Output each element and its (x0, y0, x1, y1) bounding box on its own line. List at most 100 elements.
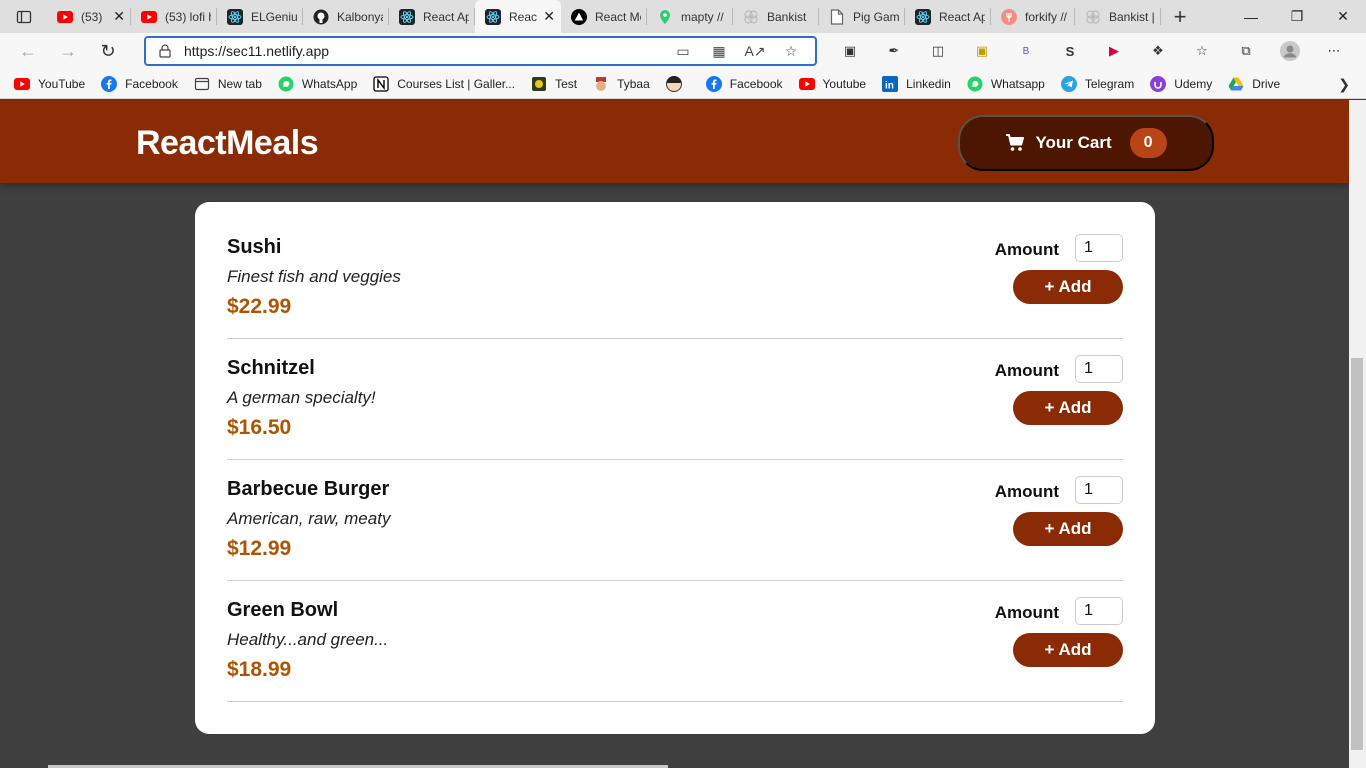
profile-avatar-icon[interactable] (1268, 33, 1312, 69)
settings-more-icon[interactable]: ⋯ (1312, 33, 1356, 69)
page-scrollbar[interactable] (1349, 100, 1366, 768)
add-to-cart-button[interactable]: + Add (1013, 633, 1123, 667)
add-to-cart-button[interactable]: + Add (1013, 512, 1123, 546)
bookmarks-overflow-chevron-icon[interactable]: ❯ (1338, 76, 1350, 93)
tab-strip: (53) ✕ (53) lofi h ELGenius Kalbonya React Ap… (0, 0, 1366, 33)
new-tab-button[interactable]: + (1161, 0, 1199, 33)
add-to-cart-button[interactable]: + Add (1013, 391, 1123, 425)
bookmark-label: Udemy (1174, 76, 1213, 91)
address-bar[interactable]: https://sec11.netlify.app ▭ ▦ A↗ ☆ (144, 36, 817, 66)
bookmark-item[interactable]: in Linkedin (882, 75, 951, 92)
bookmark-item[interactable]: New tab (194, 76, 262, 92)
bookmark-item[interactable]: Test (531, 76, 577, 92)
bookmark-item[interactable]: Courses List | Galler... (373, 75, 515, 92)
tab-title: Reac (509, 9, 538, 24)
meal-description: American, raw, meaty (227, 509, 391, 528)
triangle-icon (571, 8, 587, 25)
bookmark-item[interactable]: Tybaa (593, 76, 650, 92)
meal-name: Schnitzel (227, 357, 315, 379)
tab-title: Kalbonya (337, 9, 383, 24)
close-window-button[interactable]: ✕ (1320, 0, 1366, 33)
forward-button[interactable]: → (48, 35, 88, 67)
scrollbar-thumb[interactable] (1351, 358, 1363, 750)
browser-tab[interactable]: (53) ✕ (47, 0, 131, 33)
your-cart-button[interactable]: Your Cart 0 (958, 115, 1214, 171)
amount-input[interactable] (1075, 597, 1123, 625)
back-button[interactable]: ← (8, 35, 48, 67)
extensions-puzzle-icon[interactable]: ❖ (1136, 33, 1180, 69)
browser-tab[interactable]: Pig Gam (819, 0, 905, 33)
minimize-button[interactable]: — (1228, 0, 1274, 33)
favorites-icon[interactable]: ☆ (1180, 33, 1224, 69)
bookmark-item[interactable]: Drive (1228, 76, 1280, 92)
svg-text:in: in (885, 80, 894, 91)
meal-price: $12.99 (227, 537, 292, 560)
browser-tab[interactable]: React Me (561, 0, 647, 33)
extension-play-icon[interactable]: ▶ (1092, 33, 1136, 69)
cart-label: Your Cart (1035, 133, 1112, 152)
amount-input[interactable] (1075, 355, 1123, 383)
whatsapp-icon (967, 76, 983, 92)
extension-folder-icon[interactable]: ▣ (960, 33, 1004, 69)
browser-tab[interactable]: React Ap (389, 0, 475, 33)
bookmark-item[interactable]: Telegram (1060, 75, 1135, 92)
restore-button[interactable]: ❐ (1274, 0, 1320, 33)
browser-tab[interactable]: Bankist (733, 0, 819, 33)
add-favorite-icon[interactable]: ☆ (773, 43, 809, 60)
bookmark-item[interactable] (665, 75, 690, 92)
tab-title: (53) (81, 9, 103, 24)
read-aloud-icon[interactable]: A↗ (737, 43, 773, 60)
bookmark-item[interactable]: Youtube (798, 76, 866, 92)
close-tab-icon[interactable]: ✕ (543, 8, 555, 25)
meal-price: $18.99 (227, 658, 292, 681)
url-text[interactable]: https://sec11.netlify.app (184, 43, 665, 59)
browser-tab[interactable]: Kalbonya (303, 0, 389, 33)
browser-tab[interactable]: Bankist | (1075, 0, 1161, 33)
bankist-icon (743, 9, 759, 25)
youtube-icon (141, 9, 157, 25)
amount-input[interactable] (1075, 476, 1123, 504)
app-available-icon[interactable]: ▭ (665, 43, 701, 60)
drive-icon (1228, 76, 1244, 92)
close-tab-icon[interactable]: ✕ (113, 8, 125, 25)
bookmarks-bar: YouTube Facebook New tab WhatsApp Courses Li… (0, 69, 1366, 99)
lock-icon[interactable] (146, 44, 184, 58)
qr-code-icon[interactable]: ▦ (701, 43, 737, 60)
extension-s-icon[interactable]: S (1048, 33, 1092, 69)
extension-b-icon[interactable]: B (1004, 33, 1048, 69)
collections-icon[interactable]: ⧉ (1224, 33, 1268, 69)
browser-tab[interactable]: Reac ✕ (475, 0, 561, 33)
extension-car-icon[interactable]: ◫ (916, 33, 960, 69)
color-picker-icon[interactable]: ✒ (872, 33, 916, 69)
bookmark-item[interactable]: YouTube (14, 76, 85, 92)
browser-tab[interactable]: forkify // (991, 0, 1075, 33)
bookmark-item[interactable]: Udemy (1150, 75, 1213, 92)
browser-tab[interactable]: React Ap (905, 0, 991, 33)
bookmark-label: Telegram (1084, 76, 1135, 91)
facebook-icon (705, 75, 722, 92)
bookmark-item[interactable]: Facebook (705, 75, 783, 92)
linkedin-icon: in (882, 75, 899, 92)
amount-input[interactable] (1075, 234, 1123, 262)
bookmark-label: Drive (1252, 76, 1281, 91)
bookmark-item[interactable]: Facebook (101, 75, 178, 92)
new-tab-icon (194, 76, 210, 92)
tab-title: React Ap (939, 9, 985, 24)
bookmark-label: Test (555, 76, 578, 91)
bookmark-item[interactable]: WhatsApp (278, 76, 357, 92)
extension-image-icon[interactable]: ▣ (828, 33, 872, 69)
meal-item: Schnitzel A german specialty! $16.50 Amo… (227, 339, 1123, 460)
tab-title: forkify // (1025, 9, 1068, 24)
browser-tab[interactable]: ELGenius (217, 0, 303, 33)
browser-tab[interactable]: (53) lofi h (131, 0, 217, 33)
refresh-button[interactable]: ↻ (88, 35, 128, 67)
bookmark-item[interactable]: Whatsapp (967, 76, 1045, 92)
browser-tab[interactable]: mapty // (647, 0, 733, 33)
add-to-cart-button[interactable]: + Add (1013, 270, 1123, 304)
tab-title: mapty // (681, 9, 724, 24)
bookmark-label: Facebook (729, 76, 783, 91)
meal-item: Sushi Finest fish and veggies $22.99 Amo… (227, 218, 1123, 339)
amount-label: Amount (994, 603, 1059, 622)
tab-actions-button[interactable] (0, 0, 47, 33)
amount-label: Amount (994, 361, 1059, 380)
